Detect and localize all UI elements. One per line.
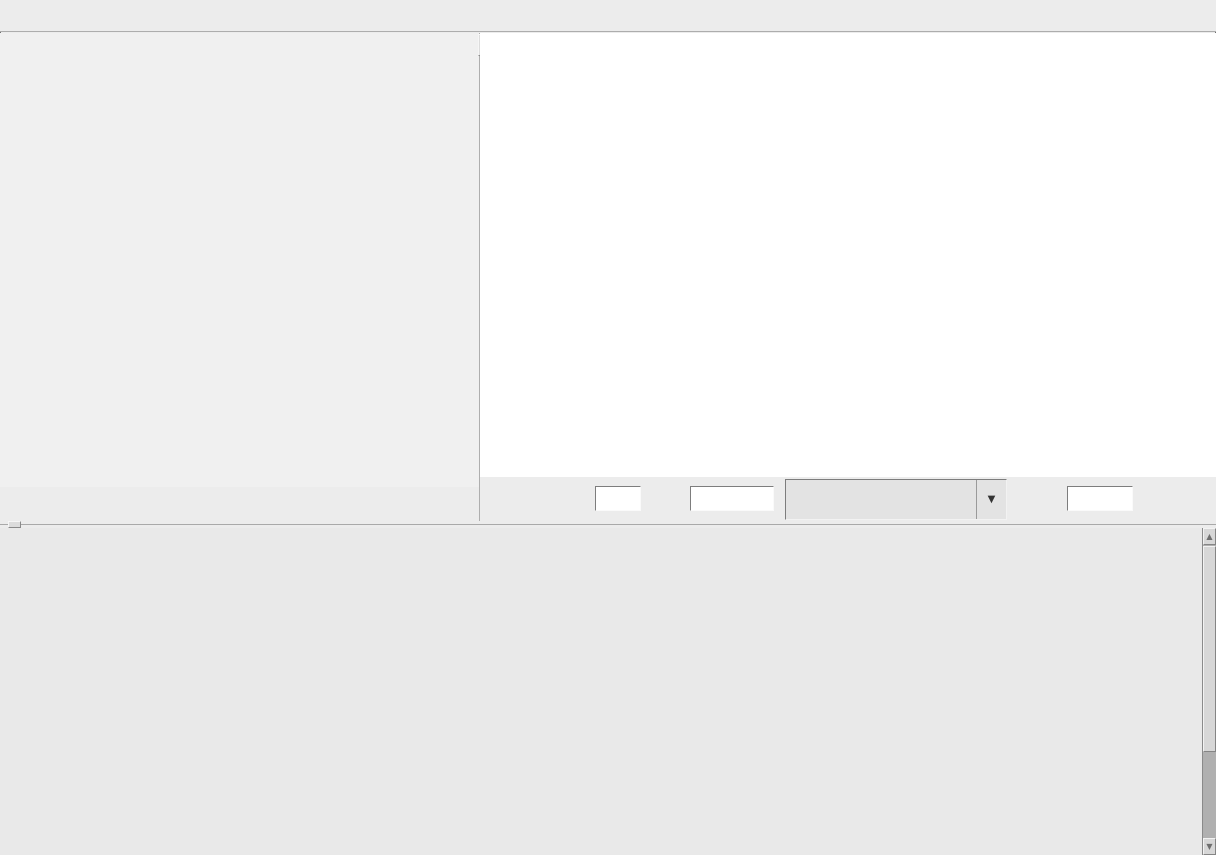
chevron-down-icon[interactable]: ▼ (976, 480, 1006, 519)
scroll-down-button[interactable]: ▼ (1203, 838, 1216, 855)
scrollbar-thumb[interactable] (1203, 546, 1216, 752)
menu-bar (0, 0, 1216, 32)
scroll-up-button[interactable]: ▲ (1203, 528, 1216, 545)
lineshape-combobox[interactable]: ▼ (785, 479, 1007, 520)
horizontal-sash (0, 521, 1216, 528)
table-header-row (0, 528, 1202, 552)
spectrum-controls: ▼ (480, 477, 1216, 521)
molecule-3d-view[interactable] (0, 33, 479, 487)
spectrum-chart-panel[interactable] (480, 33, 1216, 477)
modes-table: ▲ ▼ (0, 528, 1216, 855)
mode-status-text (0, 487, 479, 521)
table-scrollbar[interactable]: ▲ ▼ (1202, 528, 1216, 855)
offset-input[interactable] (690, 486, 774, 511)
horizontal-sash-grip[interactable] (8, 521, 21, 528)
spectra-window: ▼ ▲ ▼ (0, 0, 1216, 855)
width-input[interactable] (1067, 486, 1133, 511)
molecule-viewport[interactable] (0, 33, 479, 487)
scaling-factor-input[interactable] (595, 486, 641, 511)
spectrum-plot[interactable] (480, 33, 1216, 477)
